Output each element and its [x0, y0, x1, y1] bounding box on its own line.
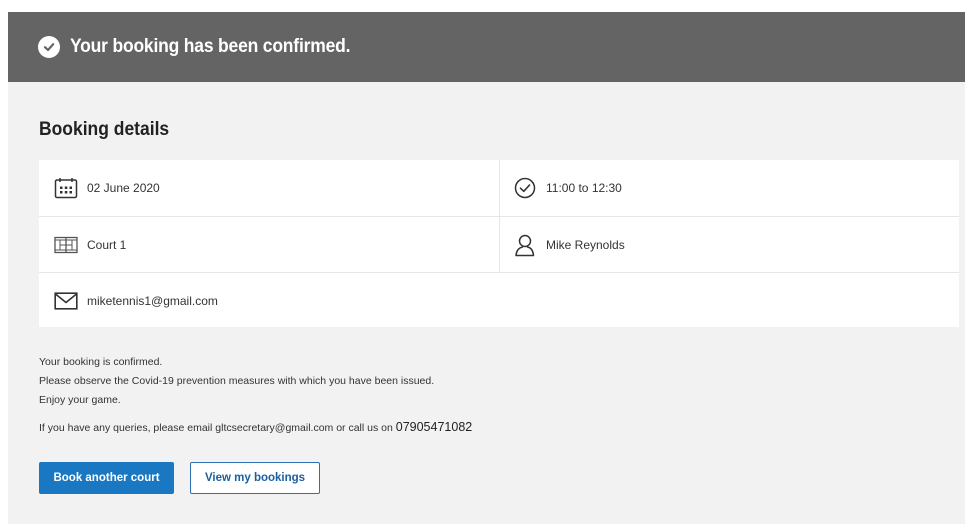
court-icon [53, 233, 79, 257]
contact-text: If you have any queries, please email gl… [39, 422, 396, 434]
contact-phone: 07905471082 [395, 420, 473, 434]
confirmation-banner: Your booking has been confirmed. [8, 12, 965, 82]
envelope-icon [53, 289, 79, 313]
booking-player: Mike Reynolds [512, 217, 625, 272]
booking-date-value: 02 June 2020 [87, 180, 160, 195]
booking-details-card: 02 June 2020 11:00 to 12:30 Court 1 Mike… [39, 160, 959, 327]
calendar-icon [53, 176, 79, 200]
booking-email-value: miketennis1@gmail.com [87, 293, 218, 308]
confirmation-title: Your booking has been confirmed. [70, 36, 351, 57]
booking-court: Court 1 [53, 217, 126, 272]
view-my-bookings-button[interactable]: View my bookings [190, 462, 320, 494]
note-line: Please observe the Covid-19 prevention m… [39, 375, 435, 387]
book-another-court-button[interactable]: Book another court [39, 462, 174, 494]
booking-email: miketennis1@gmail.com [53, 273, 218, 328]
user-icon [512, 233, 538, 257]
booking-date: 02 June 2020 [53, 160, 160, 215]
booking-time: 11:00 to 12:30 [512, 160, 622, 215]
check-circle-icon [38, 36, 60, 58]
note-line: Enjoy your game. [39, 394, 121, 406]
details-row: 02 June 2020 11:00 to 12:30 [39, 160, 959, 215]
clock-icon [512, 176, 538, 200]
details-row: miketennis1@gmail.com [39, 272, 959, 328]
booking-player-value: Mike Reynolds [546, 237, 625, 252]
note-line: Your booking is confirmed. [39, 356, 163, 368]
confirmation-page: Your booking has been confirmed. Booking… [8, 12, 965, 524]
booking-notes: Your booking is confirmed. Please observ… [39, 353, 472, 438]
section-title: Booking details [39, 119, 170, 140]
contact-line: If you have any queries, please email gl… [39, 418, 472, 438]
booking-time-value: 11:00 to 12:30 [546, 180, 622, 195]
details-row: Court 1 Mike Reynolds [39, 216, 959, 272]
booking-court-value: Court 1 [87, 237, 127, 252]
